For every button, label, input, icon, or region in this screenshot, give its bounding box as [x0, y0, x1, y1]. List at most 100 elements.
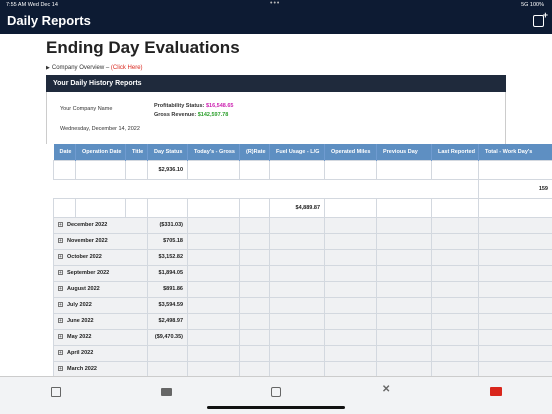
month-value: $1,894.05	[147, 264, 188, 282]
gross-revenue: Gross Revenue: $142,597.78	[154, 112, 228, 118]
expand-icon[interactable]: +	[58, 366, 63, 372]
col-date[interactable]: Date	[53, 144, 76, 160]
col-operation-date[interactable]: Operation Date	[75, 144, 126, 160]
table-cell	[187, 232, 240, 250]
summary-fuel: $4,889.87	[269, 197, 325, 218]
col-fuel[interactable]: Fuel Usage - L/G	[269, 144, 325, 160]
table-cell	[431, 280, 479, 298]
table-cell	[478, 248, 552, 266]
month-value: $2,498.97	[147, 312, 188, 330]
col-previous-day[interactable]: Previous Day	[376, 144, 432, 160]
month-label-cell[interactable]: + November 2022	[53, 232, 148, 250]
table-cell	[431, 312, 479, 330]
revenue-value: $142,597.78	[197, 112, 229, 118]
money-icon[interactable]	[161, 388, 172, 396]
col-work-days[interactable]: Total - Work Day's	[478, 144, 552, 160]
summary-day-status: $2,936.10	[147, 159, 188, 180]
expand-icon[interactable]: +	[58, 270, 63, 276]
clipboard-icon[interactable]	[51, 387, 61, 397]
table-cell	[239, 248, 270, 266]
table-cell	[431, 264, 479, 282]
panel-summary: Your Company Name Profitability Status: …	[46, 92, 506, 144]
month-label-cell[interactable]: + September 2022	[53, 264, 148, 282]
month-name: June 2022	[67, 318, 94, 324]
table-cell	[239, 264, 270, 282]
table-header-row: Date Operation Date Title Day Status Tod…	[53, 144, 552, 160]
profitability-status: Profitability Status: $16,548.65	[154, 103, 233, 109]
table-cell	[239, 312, 270, 330]
home-indicator[interactable]	[207, 406, 345, 409]
col-miles[interactable]: Operated Miles	[324, 144, 377, 160]
table-row[interactable]: + June 2022 $2,498.97	[53, 312, 552, 330]
multitask-dots-icon[interactable]: •••	[270, 0, 280, 7]
table-cell	[478, 232, 552, 250]
table-row[interactable]: + July 2022 $3,594.59	[53, 296, 552, 314]
table-cell	[478, 344, 552, 362]
table-cell	[324, 296, 377, 314]
expand-icon[interactable]: +	[58, 318, 63, 324]
month-name: December 2022	[67, 222, 108, 228]
table-cell	[478, 360, 552, 376]
col-gross[interactable]: Today's - Gross	[187, 144, 240, 160]
month-label-cell[interactable]: + April 2022	[53, 344, 148, 362]
table-row[interactable]: + October 2022 $3,152.82	[53, 248, 552, 266]
company-name: Your Company Name	[60, 106, 113, 112]
month-label-cell[interactable]: + October 2022	[53, 248, 148, 266]
expand-icon[interactable]: +	[58, 302, 63, 308]
table-cell	[269, 360, 325, 376]
table-row[interactable]: + September 2022 $1,894.05	[53, 264, 552, 282]
month-value: ($331.03)	[147, 216, 188, 234]
wallet-icon[interactable]	[271, 387, 281, 397]
table-cell	[431, 296, 479, 314]
table-cell	[478, 328, 552, 346]
table-cell	[376, 312, 432, 330]
table-cell	[376, 280, 432, 298]
add-report-icon[interactable]	[533, 10, 548, 27]
table-cell	[478, 264, 552, 282]
expand-icon[interactable]: +	[58, 254, 63, 260]
month-name: August 2022	[67, 286, 100, 292]
table-cell	[376, 344, 432, 362]
expand-icon[interactable]: +	[58, 238, 63, 244]
table-cell	[187, 280, 240, 298]
table-cell	[324, 280, 377, 298]
month-label-cell[interactable]: + June 2022	[53, 312, 148, 330]
month-label-cell[interactable]: + March 2022	[53, 360, 148, 376]
table-row[interactable]: + August 2022 $891.86	[53, 280, 552, 298]
col-rate[interactable]: (R)Rate	[239, 144, 270, 160]
table-cell	[431, 232, 479, 250]
col-title[interactable]: Title	[125, 144, 148, 160]
table-cell	[239, 216, 270, 234]
table-row[interactable]: + November 2022 $705.18	[53, 232, 552, 250]
expand-icon[interactable]: +	[58, 222, 63, 228]
month-label-cell[interactable]: + August 2022	[53, 280, 148, 298]
expand-icon[interactable]: +	[58, 350, 63, 356]
disclosure-triangle-icon[interactable]: ▶	[46, 65, 50, 71]
mail-check-icon[interactable]	[490, 387, 502, 396]
tools-icon[interactable]: ✕	[382, 384, 392, 395]
month-label-cell[interactable]: + July 2022	[53, 296, 148, 314]
history-table: Date Operation Date Title Day Status Tod…	[53, 144, 552, 376]
month-label-cell[interactable]: + May 2022	[53, 328, 148, 346]
company-overview-toggle[interactable]: ▶ Company Overview – (Click Here)	[46, 65, 143, 71]
status-indicators: 5G 100%	[521, 2, 544, 8]
profit-value: $16,548.65	[205, 103, 234, 109]
table-cell	[239, 344, 270, 362]
col-last-reported[interactable]: Last Reported	[431, 144, 479, 160]
expand-icon[interactable]: +	[58, 286, 63, 292]
page-title: Ending Day Evaluations	[46, 38, 240, 57]
table-cell	[239, 280, 270, 298]
overview-link[interactable]: (Click Here)	[111, 65, 143, 71]
report-date: Wednesday, December 14, 2022	[60, 126, 140, 132]
table-cell	[239, 328, 270, 346]
table-row[interactable]: + April 2022	[53, 344, 552, 362]
col-day-status[interactable]: Day Status	[147, 144, 188, 160]
month-label-cell[interactable]: + December 2022	[53, 216, 148, 234]
expand-icon[interactable]: +	[58, 334, 63, 340]
table-row[interactable]: + May 2022 ($9,470.35)	[53, 328, 552, 346]
table-cell	[478, 216, 552, 234]
table-cell	[376, 328, 432, 346]
table-row[interactable]: + March 2022	[53, 360, 552, 376]
table-cell	[376, 296, 432, 314]
table-row[interactable]: + December 2022 ($331.03)	[53, 216, 552, 234]
